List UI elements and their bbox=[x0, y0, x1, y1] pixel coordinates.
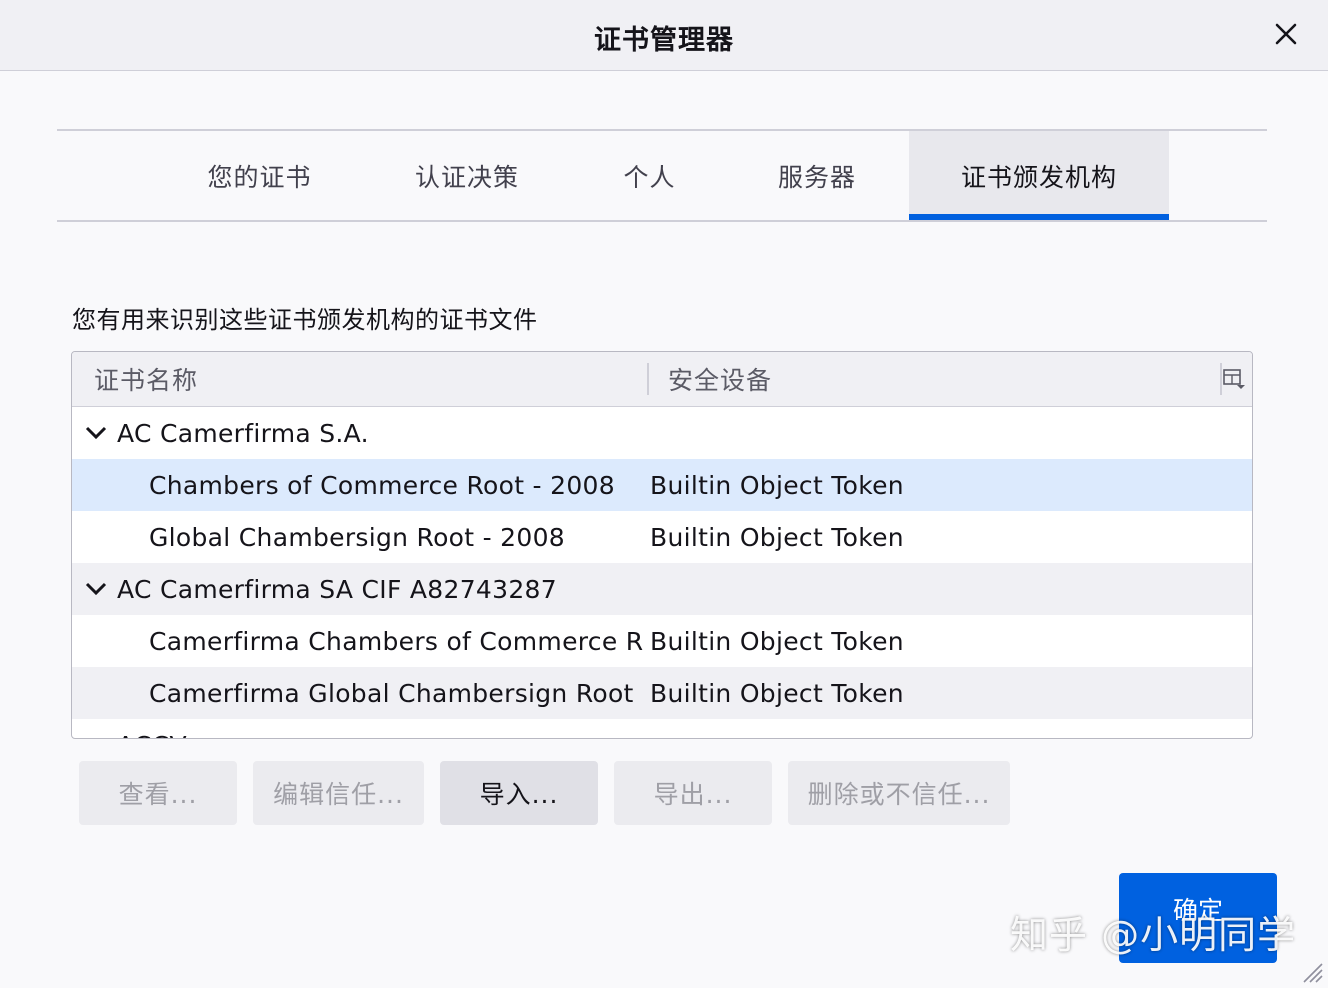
tree-group-row[interactable]: AC Camerfirma S.A. bbox=[72, 407, 1252, 459]
tree-header: 证书名称 安全设备 bbox=[72, 352, 1252, 407]
group-name: AC Camerfirma S.A. bbox=[117, 418, 369, 448]
security-device: Builtin Object Token bbox=[650, 626, 904, 656]
window-title: 证书管理器 bbox=[594, 25, 734, 56]
tab-your-certs[interactable]: 您的证书 bbox=[187, 131, 332, 220]
export-button[interactable]: 导出... bbox=[614, 761, 772, 825]
security-device: Builtin Object Token bbox=[650, 470, 904, 500]
tab-people[interactable]: 个人 bbox=[602, 131, 697, 220]
watermark: 知乎 @小明同学 bbox=[1010, 913, 1297, 957]
column-header-security-device[interactable]: 安全设备 bbox=[668, 352, 772, 406]
chevron-down-icon[interactable] bbox=[84, 733, 108, 739]
cert-name: Camerfirma Global Chambersign Root bbox=[149, 678, 634, 708]
group-name: ACCV bbox=[117, 719, 187, 739]
chevron-down-icon[interactable] bbox=[84, 421, 108, 445]
chevron-down-icon[interactable] bbox=[84, 577, 108, 601]
tab-servers[interactable]: 服务器 bbox=[757, 131, 877, 220]
cert-name: Chambers of Commerce Root - 2008 bbox=[149, 470, 615, 500]
tree-group-row[interactable]: AC Camerfirma SA CIF A82743287 bbox=[72, 563, 1252, 615]
tree-row[interactable]: Global Chambersign Root - 2008 Builtin O… bbox=[72, 511, 1252, 563]
tree-row[interactable]: Camerfirma Chambers of Commerce R... Bui… bbox=[72, 615, 1252, 667]
import-button[interactable]: 导入... bbox=[440, 761, 598, 825]
cert-name: Camerfirma Chambers of Commerce R... bbox=[149, 626, 644, 656]
tab-bar: 您的证书 认证决策 个人 服务器 证书颁发机构 bbox=[57, 129, 1267, 222]
tree-group-row[interactable]: ACCV bbox=[72, 719, 1252, 739]
tree-row[interactable]: Chambers of Commerce Root - 2008 Builtin… bbox=[72, 459, 1252, 511]
view-button[interactable]: 查看... bbox=[79, 761, 237, 825]
security-device: Builtin Object Token bbox=[650, 522, 904, 552]
column-picker-icon[interactable] bbox=[1222, 366, 1246, 392]
certificate-tree[interactable]: 证书名称 安全设备 AC Camerfirma S.A. Chambers of… bbox=[71, 351, 1253, 739]
title-bar: 证书管理器 bbox=[0, 0, 1328, 71]
tab-auth-decisions[interactable]: 认证决策 bbox=[397, 131, 537, 220]
column-header-cert-name[interactable]: 证书名称 bbox=[94, 352, 198, 406]
close-icon[interactable] bbox=[1266, 14, 1306, 54]
cert-name: Global Chambersign Root - 2008 bbox=[149, 522, 566, 552]
delete-distrust-button[interactable]: 删除或不信任... bbox=[788, 761, 1010, 825]
security-device: Builtin Object Token bbox=[650, 678, 904, 708]
edit-trust-button[interactable]: 编辑信任... bbox=[253, 761, 424, 825]
resize-grip-icon[interactable] bbox=[1298, 958, 1324, 984]
group-name: AC Camerfirma SA CIF A82743287 bbox=[117, 574, 557, 604]
description-text: 您有用来识别这些证书颁发机构的证书文件 bbox=[72, 306, 538, 334]
column-divider[interactable] bbox=[647, 363, 649, 395]
tab-authorities[interactable]: 证书颁发机构 bbox=[909, 131, 1169, 220]
tree-row[interactable]: Camerfirma Global Chambersign Root Built… bbox=[72, 667, 1252, 719]
